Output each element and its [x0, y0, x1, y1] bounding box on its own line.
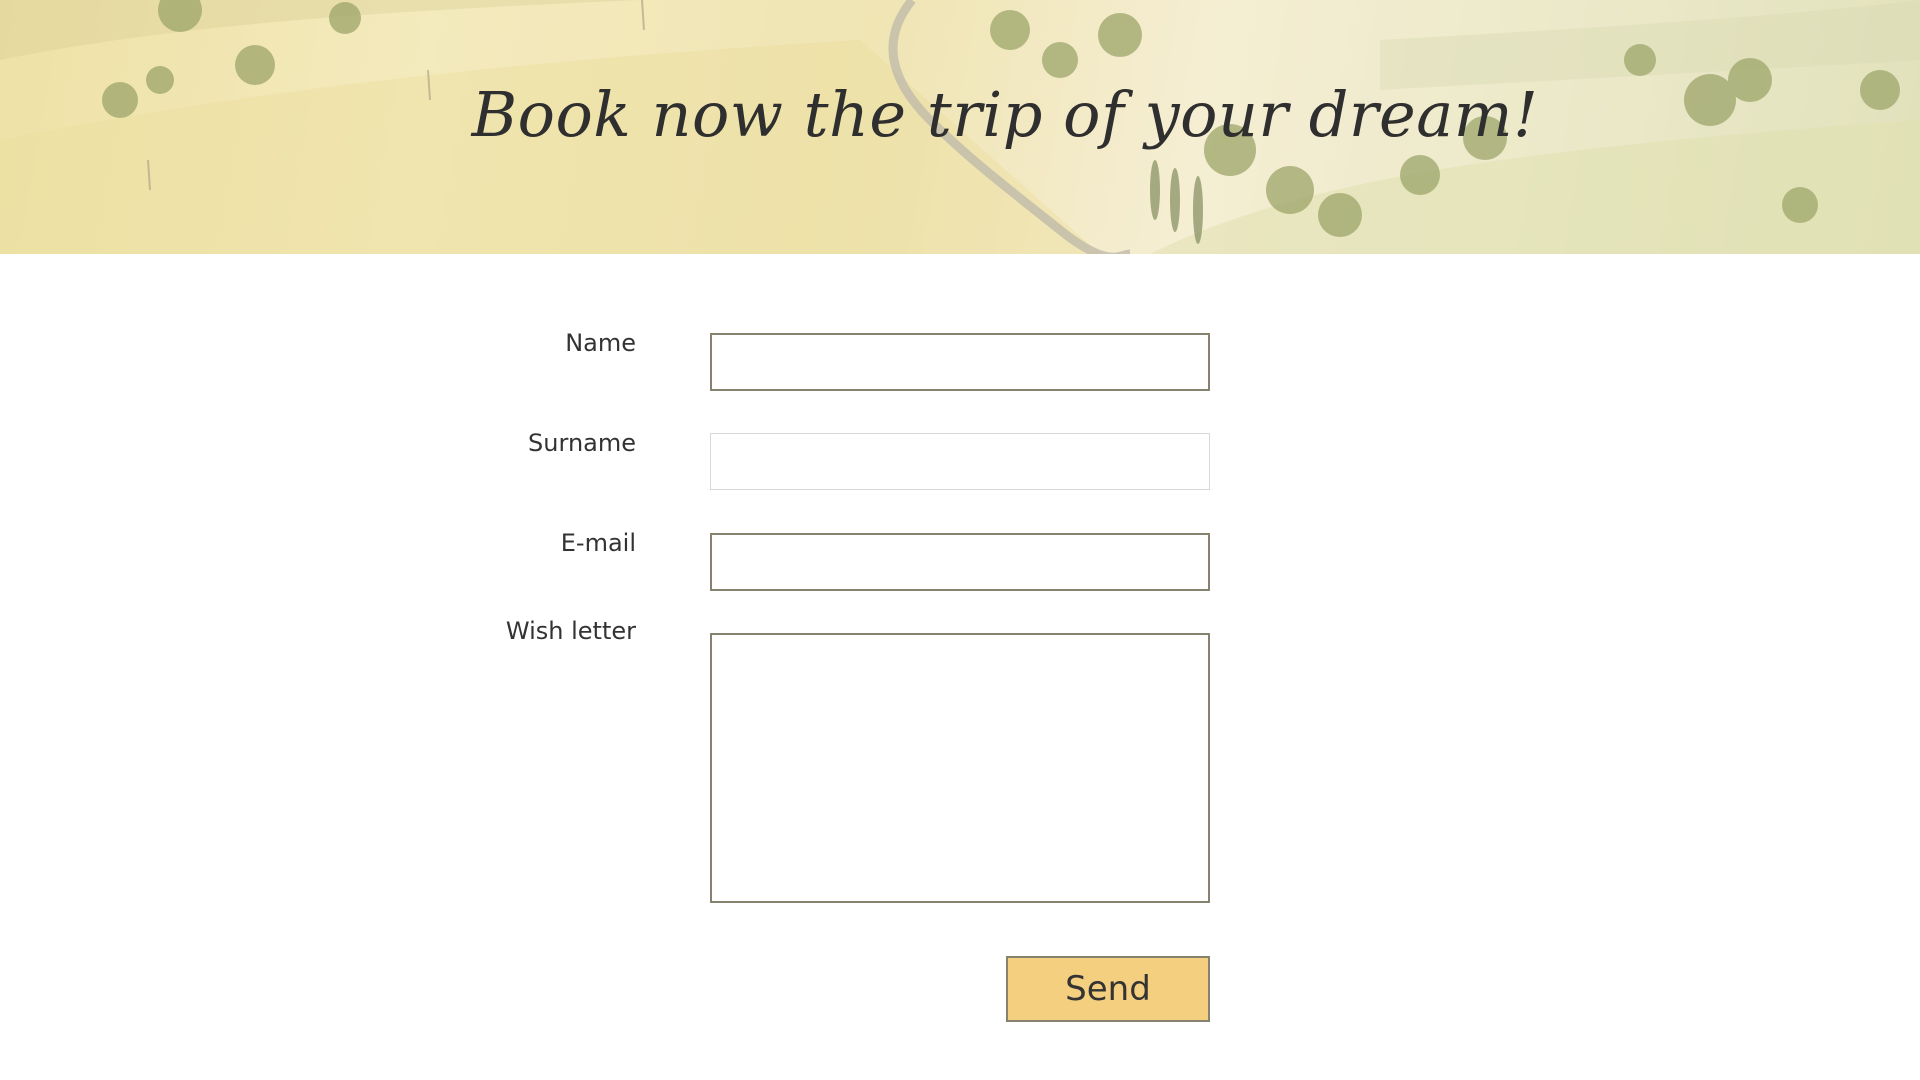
- page-title: Book now the trip of your dream!: [471, 78, 1539, 151]
- name-input[interactable]: [710, 333, 1210, 391]
- surname-input[interactable]: [710, 433, 1210, 490]
- wish-letter-label: Wish letter: [505, 617, 636, 645]
- email-label: E-mail: [560, 529, 636, 557]
- wish-letter-textarea[interactable]: [710, 633, 1210, 903]
- name-label: Name: [565, 329, 636, 357]
- email-input[interactable]: [710, 533, 1210, 591]
- send-button[interactable]: Send: [1006, 956, 1210, 1022]
- surname-label: Surname: [528, 429, 636, 457]
- hero-banner: Book now the trip of your dream!: [0, 0, 1920, 254]
